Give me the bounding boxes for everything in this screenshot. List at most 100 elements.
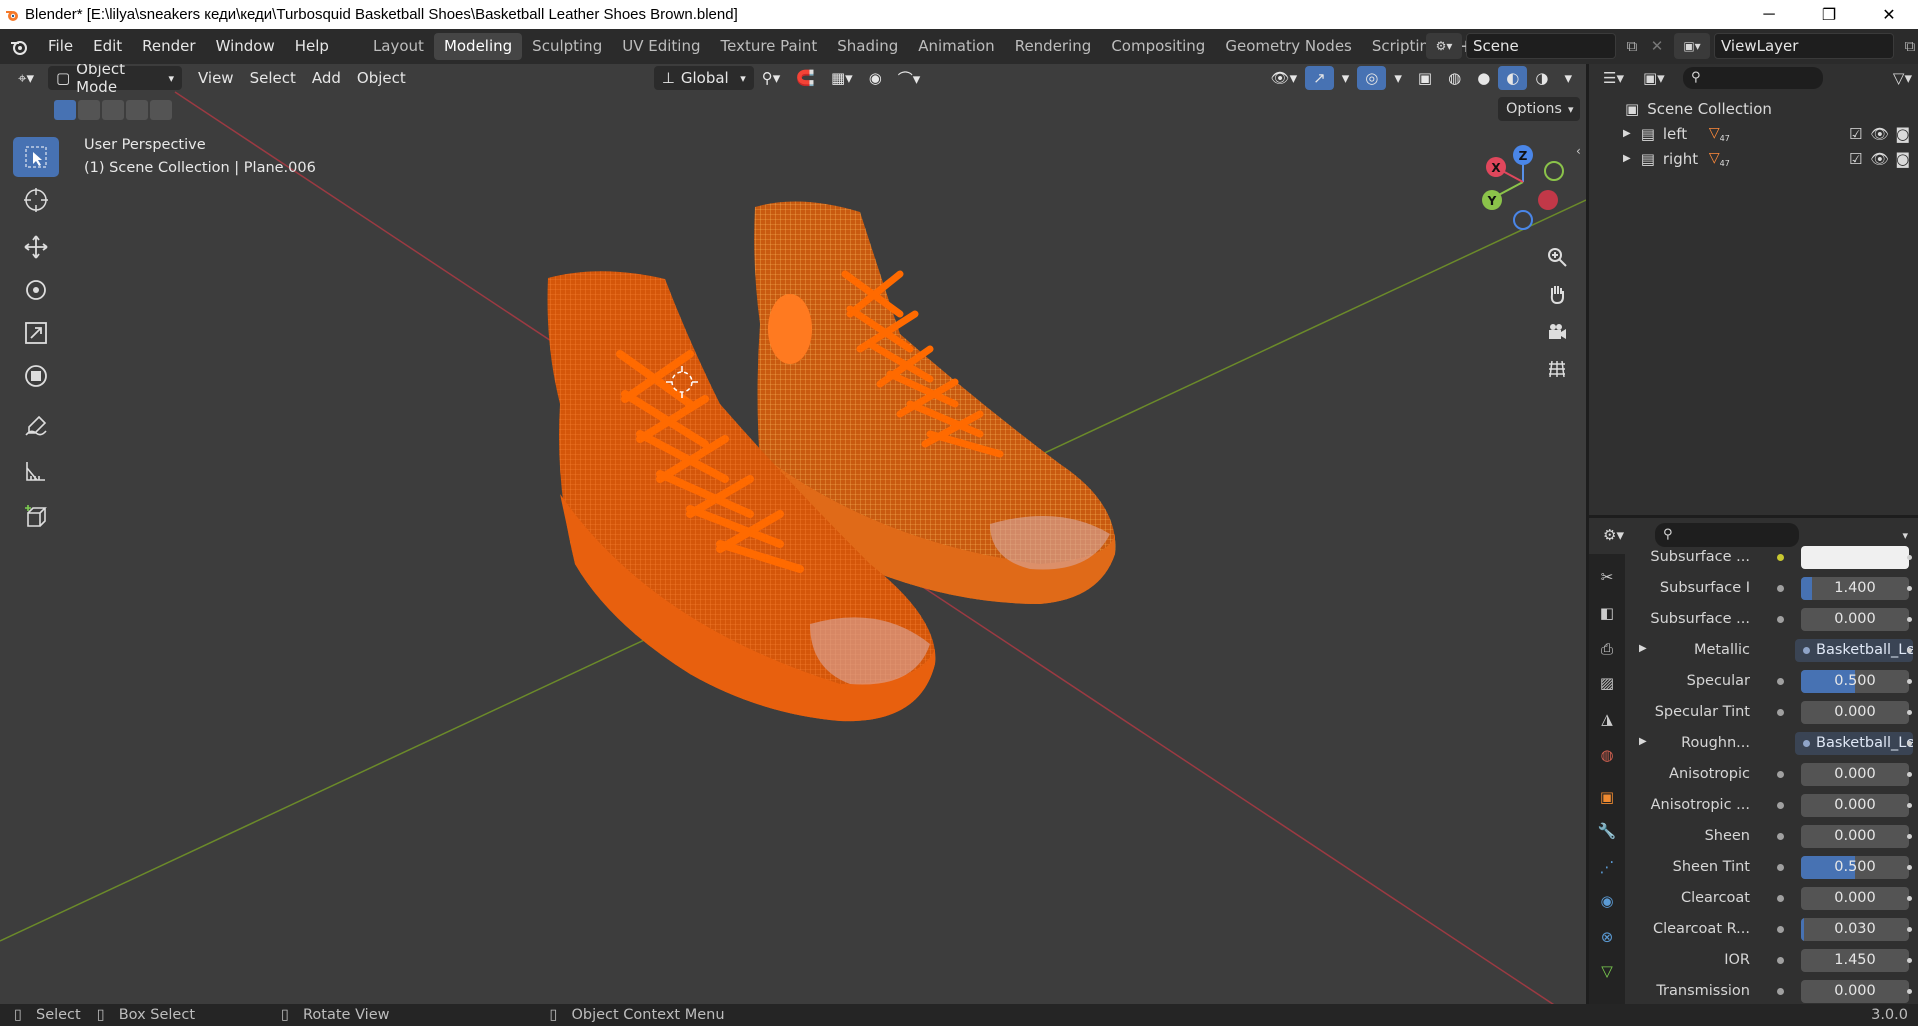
display-mode-icon[interactable]: ▣▾ xyxy=(1643,69,1679,87)
socket-dot-icon[interactable] xyxy=(1777,709,1784,716)
keyframe-dot-icon[interactable] xyxy=(1907,617,1912,622)
cursor-tool[interactable] xyxy=(13,180,59,220)
world-tab-icon[interactable]: ◍ xyxy=(1596,744,1618,766)
data-tab-icon[interactable]: ▽ xyxy=(1596,960,1618,982)
orthographic-toggle-icon[interactable] xyxy=(1541,353,1573,385)
keyframe-dot-icon[interactable] xyxy=(1907,772,1912,777)
minimize-button[interactable]: ─ xyxy=(1746,0,1792,29)
menu-edit[interactable]: Edit xyxy=(83,29,132,64)
annotate-tool[interactable] xyxy=(13,406,59,446)
tab-shading[interactable]: Shading xyxy=(827,33,908,60)
3d-viewport[interactable]: ⌖▾ ▢ Object Mode ▾ View Select Add Objec… xyxy=(0,64,1586,1004)
pan-hand-icon[interactable] xyxy=(1541,278,1573,310)
outliner-editor-type-icon[interactable]: ☰▾ xyxy=(1603,69,1639,87)
menu-render[interactable]: Render xyxy=(132,29,205,64)
visibility-icon[interactable]: 👁▾ xyxy=(1263,66,1306,90)
keyframe-dot-icon[interactable] xyxy=(1907,803,1912,808)
tab-uv-editing[interactable]: UV Editing xyxy=(612,33,710,60)
keyframe-dot-icon[interactable] xyxy=(1907,927,1912,932)
select-extend-icon[interactable] xyxy=(78,100,100,120)
view-layer-tab-icon[interactable]: ▨ xyxy=(1596,672,1618,694)
view-layer-copy-icon[interactable]: ⧉ xyxy=(1898,37,1918,55)
socket-dot-icon[interactable] xyxy=(1777,616,1784,623)
linked-texture-field[interactable]: Basketball_Lea... xyxy=(1795,732,1913,755)
property-value-slider[interactable]: 0.000 xyxy=(1801,763,1909,786)
tool-tab-icon[interactable]: ✂ xyxy=(1596,566,1618,588)
menu-file[interactable]: File xyxy=(38,29,83,64)
property-value-slider[interactable]: 0.000 xyxy=(1801,825,1909,848)
keyframe-dot-icon[interactable] xyxy=(1907,555,1912,560)
keyframe-dot-icon[interactable] xyxy=(1907,865,1912,870)
view-layer-browse-icon[interactable]: ▣▾ xyxy=(1674,33,1710,59)
linked-texture-field[interactable]: Basketball_Lea... xyxy=(1795,639,1913,662)
modifier-tab-icon[interactable]: 🔧 xyxy=(1596,820,1618,842)
select-intersect-icon[interactable] xyxy=(150,100,172,120)
menu-help[interactable]: Help xyxy=(285,29,339,64)
add-cube-tool[interactable] xyxy=(13,497,59,537)
expand-arrow-icon[interactable]: ▶ xyxy=(1623,128,1631,139)
exclude-checkbox[interactable]: ☑ xyxy=(1849,150,1862,168)
tab-modeling[interactable]: Modeling xyxy=(433,33,523,60)
keyframe-dot-icon[interactable] xyxy=(1907,989,1912,994)
socket-dot-icon[interactable] xyxy=(1777,957,1784,964)
particles-tab-icon[interactable]: ⋰ xyxy=(1596,856,1618,878)
tab-geometry-nodes[interactable]: Geometry Nodes xyxy=(1215,33,1362,60)
keyframe-dot-icon[interactable] xyxy=(1907,958,1912,963)
material-shading-icon[interactable]: ◐ xyxy=(1498,66,1528,90)
render-tab-icon[interactable]: ◧ xyxy=(1596,602,1618,624)
orientation-dropdown[interactable]: ⊥ Global ▾ xyxy=(653,66,754,90)
blender-menu-icon[interactable] xyxy=(0,38,38,56)
outliner-item[interactable]: ▶ ▤ left ▽47 ☑ 👁 ◙ xyxy=(1589,121,1918,146)
gizmo-menu-icon[interactable]: ▾ xyxy=(1334,66,1358,90)
tab-sculpting[interactable]: Sculpting xyxy=(522,33,612,60)
property-value-slider[interactable]: 0.000 xyxy=(1801,980,1909,1003)
socket-dot-icon[interactable] xyxy=(1777,864,1784,871)
keyframe-dot-icon[interactable] xyxy=(1907,679,1912,684)
object-tab-icon[interactable]: ▣ xyxy=(1596,786,1618,808)
outliner-item[interactable]: ▶ ▤ right ▽47 ☑ 👁 ◙ xyxy=(1589,146,1918,171)
property-value-slider[interactable]: 0.500 xyxy=(1801,856,1909,879)
expand-arrow-icon[interactable]: ▶ xyxy=(1623,153,1631,164)
wireframe-shading-icon[interactable]: ◍ xyxy=(1440,66,1469,90)
keyframe-dot-icon[interactable] xyxy=(1907,896,1912,901)
solid-shading-icon[interactable]: ● xyxy=(1469,66,1498,90)
scene-copy-icon[interactable]: ⧉ xyxy=(1620,37,1644,55)
eye-icon[interactable]: 👁 xyxy=(1870,150,1889,168)
socket-dot-icon[interactable] xyxy=(1777,554,1784,561)
move-tool[interactable] xyxy=(13,227,59,267)
property-value-slider[interactable]: 1.400 xyxy=(1801,577,1909,600)
scene-tab-icon[interactable]: ◮ xyxy=(1596,708,1618,730)
zoom-icon[interactable] xyxy=(1541,241,1573,273)
expand-arrow-icon[interactable]: ▶ xyxy=(1639,736,1647,747)
transform-tool[interactable] xyxy=(13,356,59,396)
property-value-slider[interactable]: 0.500 xyxy=(1801,670,1909,693)
overlay-menu-icon[interactable]: ▾ xyxy=(1386,66,1410,90)
socket-dot-icon[interactable] xyxy=(1777,895,1784,902)
physics-tab-icon[interactable]: ◉ xyxy=(1596,890,1618,912)
snap-toggle-icon[interactable]: 🧲 xyxy=(788,66,823,90)
socket-dot-icon[interactable] xyxy=(1777,988,1784,995)
menu-view[interactable]: View xyxy=(190,66,242,90)
property-value-slider[interactable]: 0.000 xyxy=(1801,701,1909,724)
property-value-slider[interactable]: 0.000 xyxy=(1801,608,1909,631)
expand-arrow-icon[interactable]: ▶ xyxy=(1639,643,1647,654)
scene-collection-row[interactable]: ▣ Scene Collection xyxy=(1589,96,1918,121)
output-tab-icon[interactable]: ⎙ xyxy=(1596,638,1618,660)
socket-dot-icon[interactable] xyxy=(1777,833,1784,840)
rotate-tool[interactable] xyxy=(13,270,59,310)
scene-name-field[interactable]: Scene xyxy=(1466,33,1616,59)
exclude-checkbox[interactable]: ☑ xyxy=(1849,125,1862,143)
keyframe-dot-icon[interactable] xyxy=(1907,741,1912,746)
menu-select[interactable]: Select xyxy=(242,66,304,90)
pivot-point-icon[interactable]: ⚲▾ xyxy=(754,66,789,90)
tab-texture-paint[interactable]: Texture Paint xyxy=(710,33,827,60)
mode-dropdown[interactable]: ▢ Object Mode ▾ xyxy=(47,64,182,96)
camera-view-icon[interactable] xyxy=(1541,316,1573,348)
snap-target-icon[interactable]: ▦▾ xyxy=(823,66,861,90)
keyframe-dot-icon[interactable] xyxy=(1907,710,1912,715)
camera-icon[interactable]: ◙ xyxy=(1895,150,1910,168)
proportional-edit-icon[interactable]: ◉ xyxy=(861,66,890,90)
outliner-search-input[interactable]: ⚲ xyxy=(1683,67,1823,89)
select-new-icon[interactable] xyxy=(54,100,76,120)
falloff-icon[interactable]: ⌒▾ xyxy=(890,66,929,90)
